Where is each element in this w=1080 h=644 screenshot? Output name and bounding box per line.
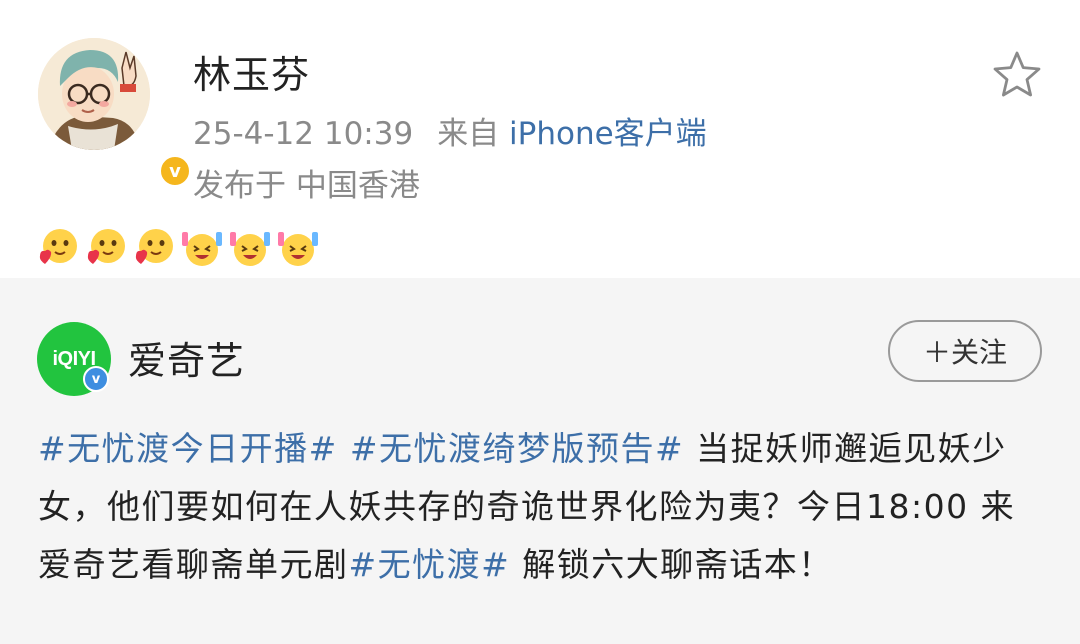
source-link[interactable]: iPhone客户端	[509, 116, 707, 152]
cheering-face-emoji	[228, 226, 272, 270]
hashtag-link[interactable]: #无忧渡绮梦版预告#	[350, 429, 684, 468]
post-header: v 林玉芬 25-4-12 10:39 来自 iPhone客户端 发布于 中国香港	[0, 0, 1080, 278]
repost-card[interactable]: iQIYI v 爱奇艺 ＋关注 #无忧渡今日开播# #无忧渡绮梦版预告# 当捉妖…	[0, 278, 1080, 644]
emoji-row	[36, 226, 320, 274]
user-name[interactable]: 林玉芬	[193, 44, 310, 99]
hashtag-link[interactable]: #无忧渡#	[349, 545, 511, 584]
follow-button[interactable]: ＋关注	[888, 320, 1042, 382]
user-avatar[interactable]: v	[38, 38, 192, 188]
heart-face-emoji	[84, 226, 128, 270]
post-location: 发布于 中国香港	[193, 168, 420, 204]
hashtag-link[interactable]: #无忧渡今日开播#	[38, 429, 338, 468]
body-text	[338, 429, 350, 468]
heart-face-emoji	[132, 226, 176, 270]
post-meta: 25-4-12 10:39 来自 iPhone客户端	[193, 108, 707, 153]
repost-text: #无忧渡今日开播# #无忧渡绮梦版预告# 当捉妖师邂逅见妖少女，他们要如何在人妖…	[38, 420, 1048, 594]
post-timestamp: 25-4-12 10:39	[193, 116, 414, 152]
body-text: 解锁六大聊斋话本！	[510, 545, 833, 584]
verified-badge-icon: v	[83, 366, 109, 392]
cheering-face-emoji	[276, 226, 320, 270]
source-prefix: 来自	[437, 116, 500, 152]
verified-badge-icon: v	[158, 154, 192, 188]
avatar-illustration	[38, 38, 150, 150]
repost-author-name[interactable]: 爱奇艺	[128, 330, 245, 385]
cheering-face-emoji	[180, 226, 224, 270]
favorite-star-icon[interactable]	[990, 48, 1044, 102]
heart-face-emoji	[36, 226, 80, 270]
